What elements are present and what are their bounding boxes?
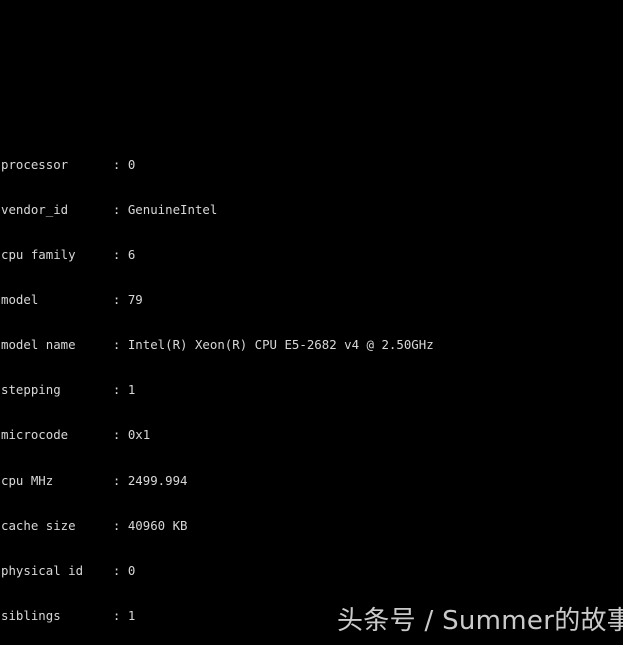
terminal-scrollback: processor : 0 vendor_id : GenuineIntel c… xyxy=(1,21,623,645)
cpuinfo-entry: stepping : 1 xyxy=(1,382,136,398)
cpuinfo-entry: vendor_id : GenuineIntel xyxy=(1,201,218,217)
cpuinfo-entry: cpu family : 6 xyxy=(1,246,136,262)
terminal-screen[interactable]: processor : 0 vendor_id : GenuineIntel c… xyxy=(0,0,623,645)
cpuinfo-entry: siblings : 1 xyxy=(1,607,136,623)
cpuinfo-entry: microcode : 0x1 xyxy=(1,427,151,443)
cpuinfo-entry: model : 79 xyxy=(1,291,143,307)
cpuinfo-entry: physical id : 0 xyxy=(1,562,136,578)
cpuinfo-entry: model name : Intel(R) Xeon(R) CPU E5-268… xyxy=(1,337,434,353)
scrollback-clipped-line xyxy=(1,81,623,96)
cpuinfo-entry: cache size : 40960 KB xyxy=(1,517,188,533)
cpuinfo-entry: processor : 0 xyxy=(1,156,136,172)
cpuinfo-entry: cpu MHz : 2499.994 xyxy=(1,472,188,488)
